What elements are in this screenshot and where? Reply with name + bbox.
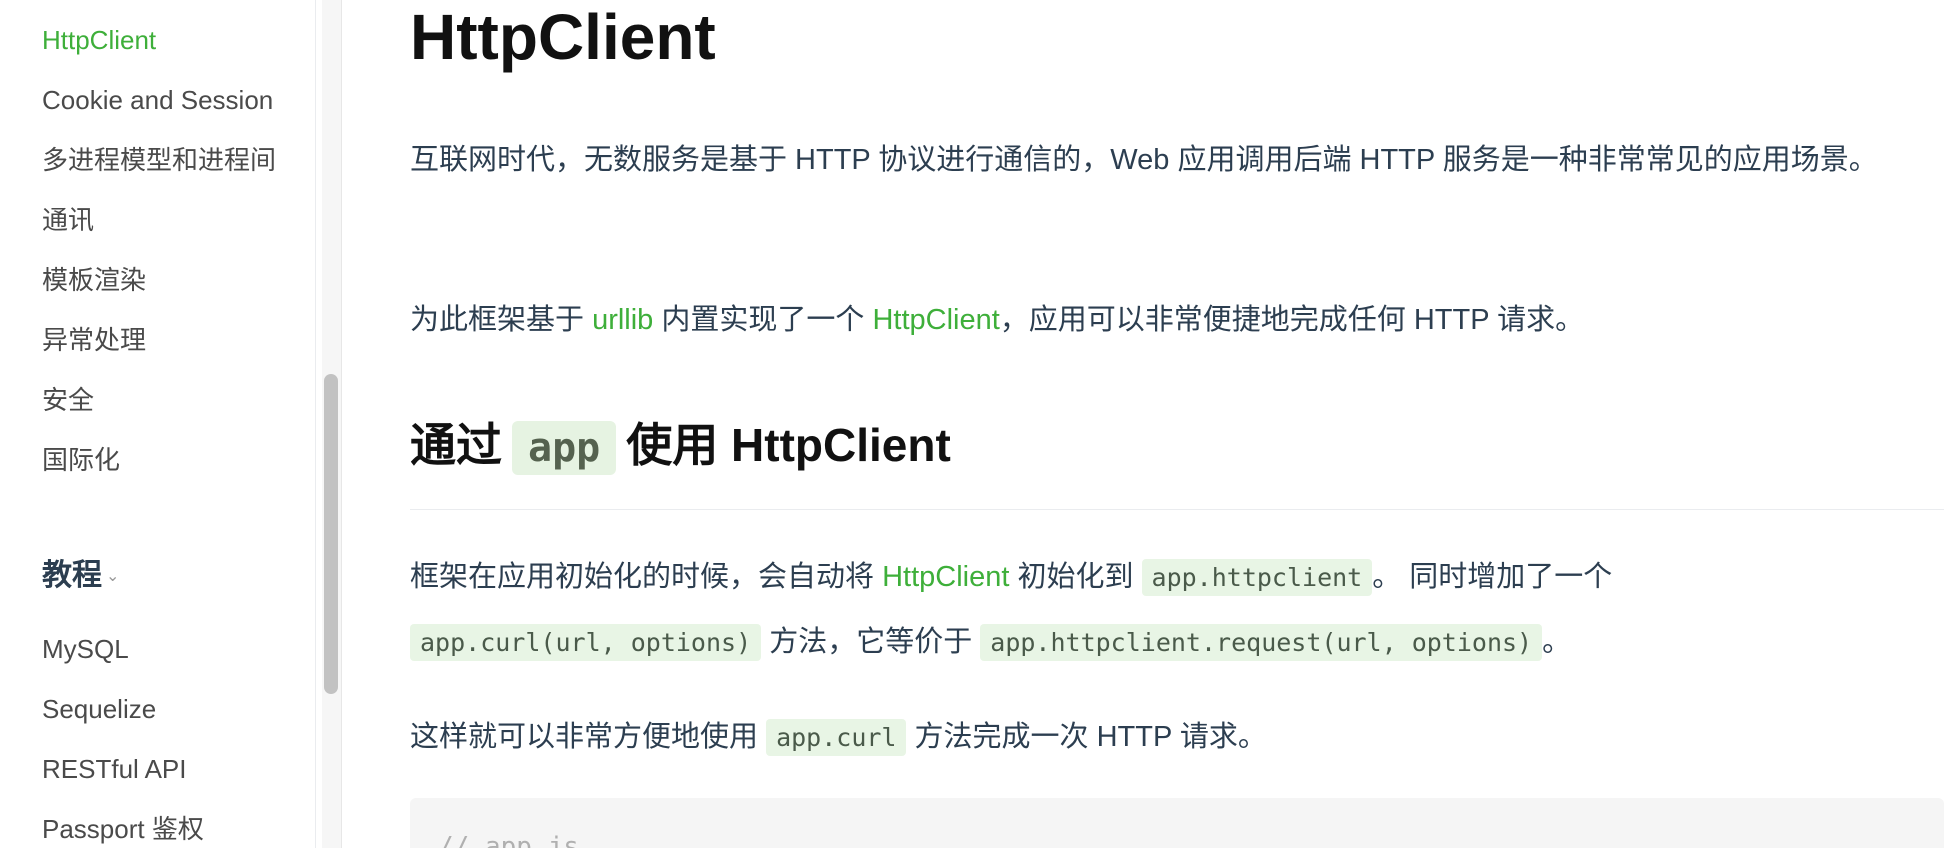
sidebar-item-i18n[interactable]: 国际化 <box>42 443 120 477</box>
text: 内置实现了一个 <box>653 304 873 336</box>
code-comment: // app.js <box>438 832 579 848</box>
urllib-paragraph: 为此框架基于 urllib 内置实现了一个 HttpClient，应用可以非常便… <box>410 288 1944 352</box>
sidebar-scrollbar-thumb[interactable] <box>324 374 338 694</box>
sidebar: HttpClient Cookie and Session 多进程模型和进程间 … <box>0 0 316 848</box>
text: 方法完成一次 HTTP 请求。 <box>906 721 1267 753</box>
section-heading[interactable]: 通过 app 使用 HttpClient <box>410 410 1944 510</box>
httpclient-link[interactable]: HttpClient <box>872 304 999 336</box>
text: 初始化到 <box>1009 561 1142 593</box>
heading-text: 通过 <box>410 419 502 471</box>
sidebar-group-tutorials[interactable]: 教程 ⌄ <box>42 556 119 597</box>
code-block: // app.js <box>410 798 1944 848</box>
text: ，应用可以非常便捷地完成任何 HTTP 请求。 <box>999 304 1585 336</box>
sidebar-group-label: 教程 <box>42 559 102 592</box>
sidebar-item-restful[interactable]: RESTful API <box>42 752 187 786</box>
httpclient-link[interactable]: HttpClient <box>882 561 1009 593</box>
inline-code: app.curl <box>766 719 907 756</box>
sidebar-item-cookie-session[interactable]: Cookie and Session <box>42 83 273 117</box>
sidebar-item-sequelize[interactable]: Sequelize <box>42 692 156 726</box>
inline-code: app.httpclient.request(url, options) <box>980 624 1543 661</box>
text: 。 同时增加了一个 <box>1372 561 1613 593</box>
docs-page: HttpClient Cookie and Session 多进程模型和进程间 … <box>0 0 1944 848</box>
sidebar-item-security[interactable]: 安全 <box>42 383 94 417</box>
curl-paragraph: 这样就可以非常方便地使用 app.curl 方法完成一次 HTTP 请求。 <box>410 705 1944 770</box>
text: 。 <box>1542 626 1572 658</box>
intro-paragraph: 互联网时代，无数服务是基于 HTTP 协议进行通信的，Web 应用调用后端 HT… <box>410 144 1878 176</box>
sidebar-item-mysql[interactable]: MySQL <box>42 632 129 666</box>
heading-text: 使用 HttpClient <box>626 419 951 471</box>
sidebar-item-multiprocess-line1[interactable]: 多进程模型和进程间 <box>42 143 276 177</box>
sidebar-item-multiprocess-line2[interactable]: 通讯 <box>42 203 94 237</box>
page-title: HttpClient <box>410 1 716 73</box>
chevron-down-icon: ⌄ <box>106 568 120 586</box>
sidebar-item-httpclient[interactable]: HttpClient <box>42 23 156 57</box>
inline-code: app <box>512 421 617 475</box>
sidebar-item-error-handling[interactable]: 异常处理 <box>42 323 146 357</box>
inline-code: app.curl(url, options) <box>410 624 762 661</box>
text: 方法，它等价于 <box>761 626 981 658</box>
inline-code: app.httpclient <box>1141 559 1373 596</box>
main-content: HttpClient 互联网时代，无数服务是基于 HTTP 协议进行通信的，We… <box>410 0 1944 848</box>
urllib-link[interactable]: urllib <box>592 304 653 336</box>
text: 为此框架基于 <box>410 304 593 336</box>
httpclient-init-paragraph: 框架在应用初始化的时候，会自动将 HttpClient 初始化到 app.htt… <box>410 545 1944 675</box>
sidebar-item-passport[interactable]: Passport 鉴权 <box>42 812 204 846</box>
text: 这样就可以非常方便地使用 <box>410 721 767 753</box>
text: 框架在应用初始化的时候，会自动将 <box>410 561 883 593</box>
sidebar-item-view[interactable]: 模板渲染 <box>42 263 146 297</box>
